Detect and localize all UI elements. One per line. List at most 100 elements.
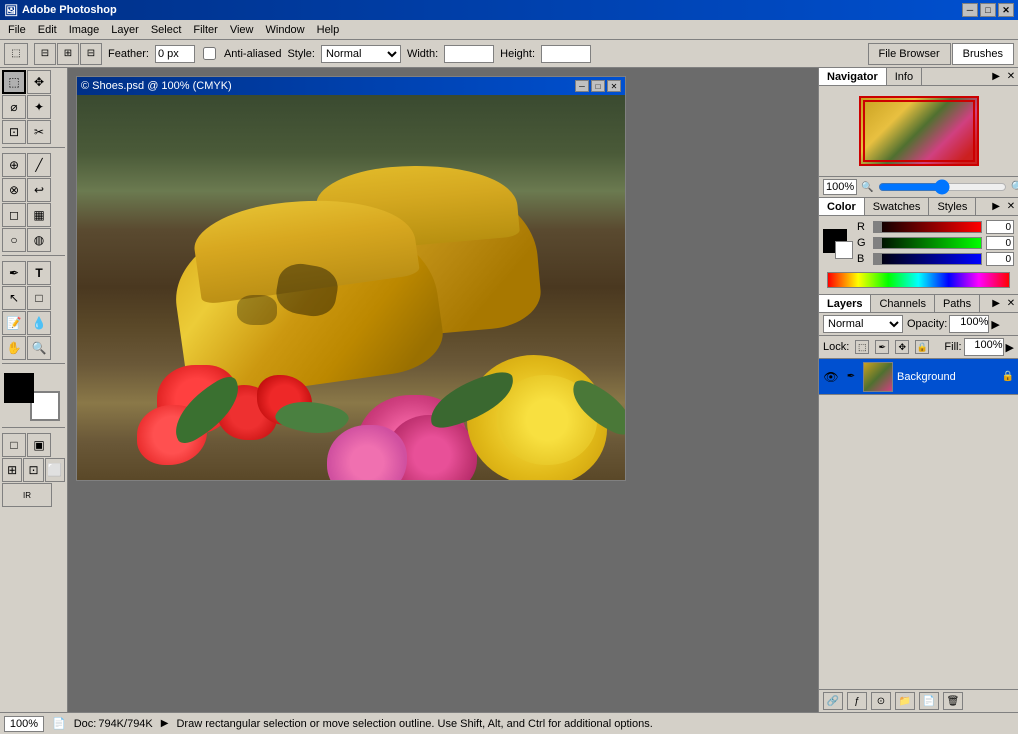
doc-minimize-btn[interactable]: ─ [575,80,589,92]
background-swatch[interactable] [835,241,853,259]
hand-tool[interactable]: ✋ [2,336,26,360]
lock-position-btn[interactable]: ✥ [895,340,909,354]
color-spectrum[interactable] [827,272,1010,288]
feather-input[interactable] [155,45,195,63]
new-layer-group-btn[interactable]: 📁 [895,692,915,710]
color-tab[interactable]: Color [819,198,865,215]
menu-filter[interactable]: Filter [187,22,223,38]
navigator-panel-menu[interactable]: ▶ [988,69,1004,84]
navigator-panel: Navigator Info ▶ ✕ 100% 🔍 🔍 [819,68,1018,198]
height-input[interactable] [541,45,591,63]
status-arrow[interactable]: ▶ [161,718,169,729]
color-panel-close[interactable]: ✕ [1004,200,1018,214]
file-browser-tab[interactable]: File Browser [868,43,951,65]
background-layer[interactable]: 👁 ✒ Background 🔒 [819,359,1018,395]
delete-layer-btn[interactable]: 🗑 [943,692,963,710]
move-tool[interactable]: ✥ [27,70,51,94]
zoom-in-icon[interactable]: 🔍 [1011,180,1018,194]
menu-select[interactable]: Select [145,22,188,38]
crop-tool[interactable]: ⊡ [2,120,26,144]
history-brush-tool[interactable]: ↩ [27,178,51,202]
brush-tool[interactable]: ╱ [27,153,51,177]
swatches-tab[interactable]: Swatches [865,198,930,215]
zoom-slider[interactable] [878,182,1007,192]
zoom-out-icon[interactable]: 🔍 [861,182,873,193]
type-tool[interactable]: T [27,261,51,285]
status-zoom[interactable]: 100% [4,716,44,732]
lock-all-btn[interactable]: 🔒 [915,340,929,354]
close-button[interactable]: ✕ [998,3,1014,17]
background-color[interactable] [30,391,60,421]
layers-panel-menu[interactable]: ▶ [988,296,1004,311]
minimize-button[interactable]: ─ [962,3,978,17]
layer-name: Background [897,371,998,383]
menu-image[interactable]: Image [63,22,106,38]
maximize-button[interactable]: □ [980,3,996,17]
new-layer-btn[interactable]: 📄 [919,692,939,710]
navigator-tab[interactable]: Navigator [819,68,887,85]
rect-select-btn[interactable]: ⬚ [4,43,28,65]
menu-layer[interactable]: Layer [105,22,145,38]
healing-brush-tool[interactable]: ⊕ [2,153,26,177]
styles-tab[interactable]: Styles [929,198,976,215]
menu-help[interactable]: Help [311,22,346,38]
opacity-value[interactable]: 100% [949,315,989,333]
magic-wand-tool[interactable]: ✦ [27,95,51,119]
menu-view[interactable]: View [224,22,260,38]
lock-pixels-btn[interactable]: ✒ [875,340,889,354]
quick-mask-off[interactable]: □ [2,433,26,457]
slice-tool[interactable]: ✂ [27,120,51,144]
pen-tool[interactable]: ✒ [2,261,26,285]
link-layers-btn[interactable]: 🔗 [823,692,843,710]
fill-arrow[interactable]: ▶ [1006,341,1014,354]
red-value[interactable]: 0 [986,220,1014,234]
screen-mode-full[interactable]: ⬜ [45,458,65,482]
gradient-tool[interactable]: ▦ [27,203,51,227]
single-col-select-btn[interactable]: ⊞ [57,43,79,65]
eyedropper-tool[interactable]: 💧 [27,311,51,335]
zoom-display[interactable]: 100% [823,179,857,195]
path-selection-tool[interactable]: ↖ [2,286,26,310]
fill-value[interactable]: 100% [964,338,1004,356]
brushes-tab[interactable]: Brushes [952,43,1014,65]
opacity-arrow[interactable]: ▶ [991,318,999,331]
green-value[interactable]: 0 [986,236,1014,250]
info-tab[interactable]: Info [887,68,922,85]
layers-tab[interactable]: Layers [819,295,871,312]
doc-restore-btn[interactable]: □ [591,80,605,92]
layer-mask-btn[interactable]: ⊙ [871,692,891,710]
zoom-tool[interactable]: 🔍 [27,336,51,360]
clone-stamp-tool[interactable]: ⊗ [2,178,26,202]
foreground-color[interactable] [4,373,34,403]
dodge-tool[interactable]: ○ [2,228,26,252]
menu-edit[interactable]: Edit [32,22,63,38]
style-select[interactable]: Normal Fixed Aspect Ratio Fixed Size [321,45,401,63]
color-panel-menu[interactable]: ▶ [988,199,1004,214]
blur-tool[interactable]: ◍ [27,228,51,252]
screen-mode-full-menu[interactable]: ⊡ [23,458,43,482]
navigator-panel-close[interactable]: ✕ [1004,70,1018,84]
layer-visibility-toggle[interactable]: 👁 [823,369,839,385]
blend-mode-select[interactable]: Normal Multiply Screen Overlay [823,315,903,333]
width-input[interactable] [444,45,494,63]
jump-to-imageready[interactable]: IR [2,483,52,507]
lock-transparent-btn[interactable]: ⬚ [855,340,869,354]
channels-tab[interactable]: Channels [871,295,934,312]
anti-alias-checkbox[interactable] [203,47,216,60]
menu-file[interactable]: File [2,22,32,38]
doc-close-btn[interactable]: ✕ [607,80,621,92]
layer-styles-btn[interactable]: ƒ [847,692,867,710]
lasso-tool[interactable]: ⌀ [2,95,26,119]
screen-mode-standard[interactable]: ⊞ [2,458,22,482]
rectangular-marquee-tool[interactable]: ⬚ [2,70,26,94]
eraser-tool[interactable]: ◻ [2,203,26,227]
rectangle-tool[interactable]: □ [27,286,51,310]
layers-panel-close[interactable]: ✕ [1004,297,1018,311]
quick-mask-on[interactable]: ▣ [27,433,51,457]
paths-tab[interactable]: Paths [935,295,980,312]
add-select-btn[interactable]: ⊟ [80,43,102,65]
notes-tool[interactable]: 📝 [2,311,26,335]
single-row-select-btn[interactable]: ⊟ [34,43,56,65]
blue-value[interactable]: 0 [986,252,1014,266]
menu-window[interactable]: Window [260,22,311,38]
